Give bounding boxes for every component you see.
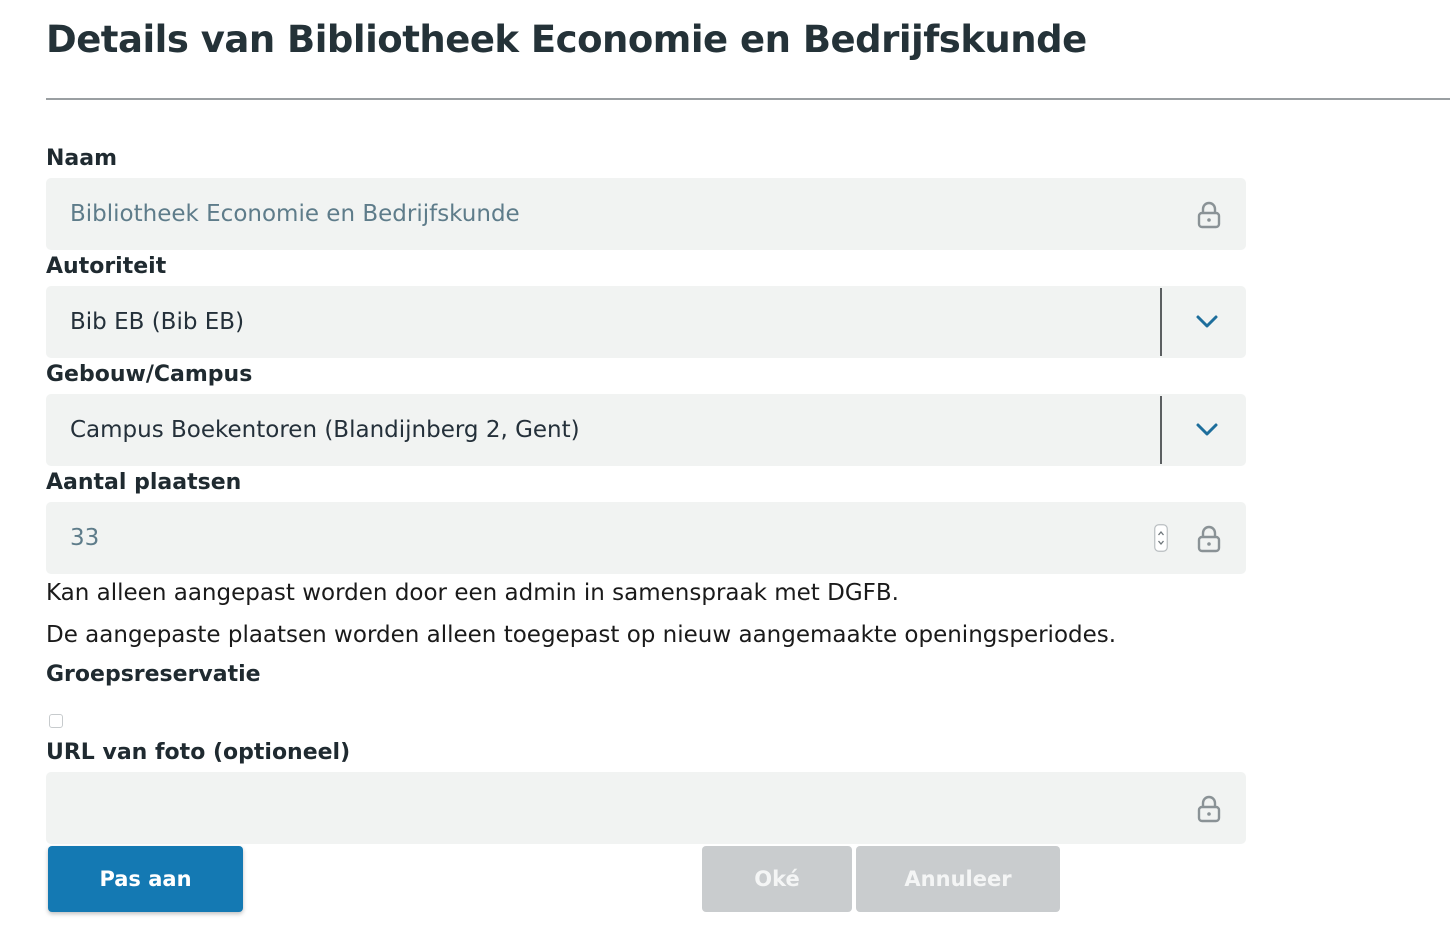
- lock-icon: [1197, 525, 1221, 553]
- chevron-down-icon[interactable]: [1194, 420, 1220, 440]
- gebouw-selected: Campus Boekentoren (Blandijnberg 2, Gent…: [70, 417, 580, 443]
- plaatsen-note-periods: De aangepaste plaatsen worden alleen toe…: [46, 622, 1117, 648]
- plaatsen-field[interactable]: 33: [46, 502, 1246, 574]
- gebouw-label: Gebouw/Campus: [46, 362, 253, 387]
- ok-button[interactable]: Oké: [702, 846, 852, 912]
- naam-label: Naam: [46, 146, 118, 171]
- lock-icon: [1197, 795, 1221, 823]
- cancel-button[interactable]: Annuleer: [856, 846, 1060, 912]
- plaatsen-value: 33: [70, 525, 100, 551]
- autoriteit-selected: Bib EB (Bib EB): [70, 309, 245, 335]
- naam-value: Bibliotheek Economie en Bedrijfskunde: [70, 201, 520, 227]
- naam-field[interactable]: Bibliotheek Economie en Bedrijfskunde: [46, 178, 1246, 250]
- groepsreservatie-checkbox[interactable]: [49, 714, 63, 728]
- lock-icon: [1197, 201, 1221, 229]
- plaatsen-note-admin: Kan alleen aangepast worden door een adm…: [46, 580, 899, 606]
- title-divider: [46, 98, 1450, 100]
- foto-url-label: URL van foto (optioneel): [46, 740, 351, 765]
- number-spinner-icon[interactable]: [1154, 524, 1168, 552]
- plaatsen-label: Aantal plaatsen: [46, 470, 242, 495]
- autoriteit-select[interactable]: Bib EB (Bib EB): [46, 286, 1246, 358]
- chevron-down-icon[interactable]: [1194, 312, 1220, 332]
- select-divider: [1160, 288, 1162, 356]
- autoriteit-label: Autoriteit: [46, 254, 167, 279]
- edit-button[interactable]: Pas aan: [48, 846, 243, 912]
- groepsreservatie-label: Groepsreservatie: [46, 662, 261, 687]
- gebouw-select[interactable]: Campus Boekentoren (Blandijnberg 2, Gent…: [46, 394, 1246, 466]
- select-divider: [1160, 396, 1162, 464]
- page-title: Details van Bibliotheek Economie en Bedr…: [46, 18, 1087, 61]
- foto-url-field[interactable]: [46, 772, 1246, 844]
